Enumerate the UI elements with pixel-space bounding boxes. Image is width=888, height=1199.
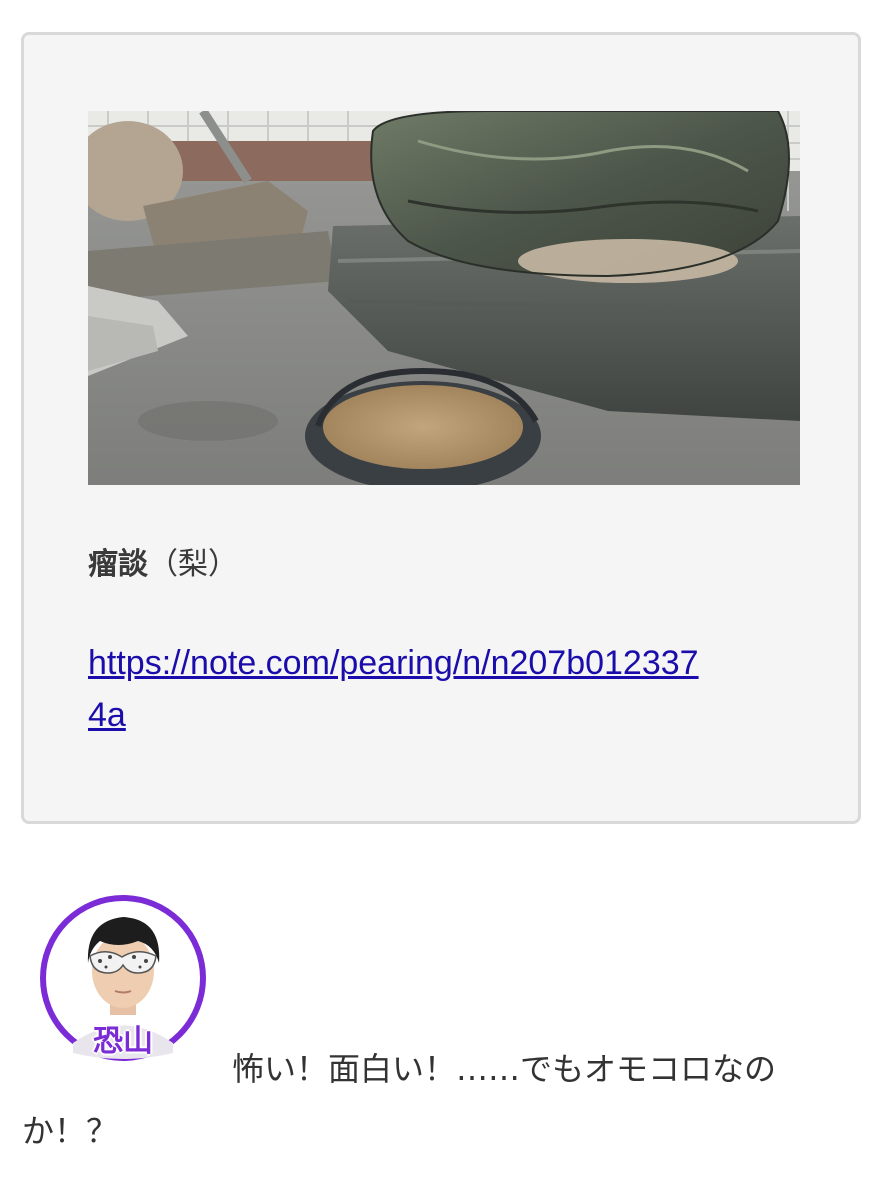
article-link[interactable]: https://note.com/pearing/n/n207b012337 4…	[88, 637, 800, 741]
comment-line-1: 怖い！面白い！……でもオモコロなの	[232, 1050, 777, 1088]
article-link-line-1[interactable]: https://note.com/pearing/n/n207b012337	[88, 637, 800, 689]
comment-text: 怖い！面白い！……でもオモコロなの か！？	[22, 1038, 862, 1162]
article-title-main: 瘤談	[88, 547, 148, 582]
article-link-line-2[interactable]: 4a	[88, 689, 800, 741]
article-title: 瘤談（梨）	[88, 545, 238, 585]
article-thumbnail-image[interactable]	[88, 111, 800, 485]
link-card[interactable]: 瘤談（梨） https://note.com/pearing/n/n207b01…	[21, 32, 861, 824]
stones-photo-illustration	[88, 111, 800, 485]
comment-line-2: か！？	[22, 1112, 119, 1150]
article-title-author: （梨）	[148, 547, 238, 582]
